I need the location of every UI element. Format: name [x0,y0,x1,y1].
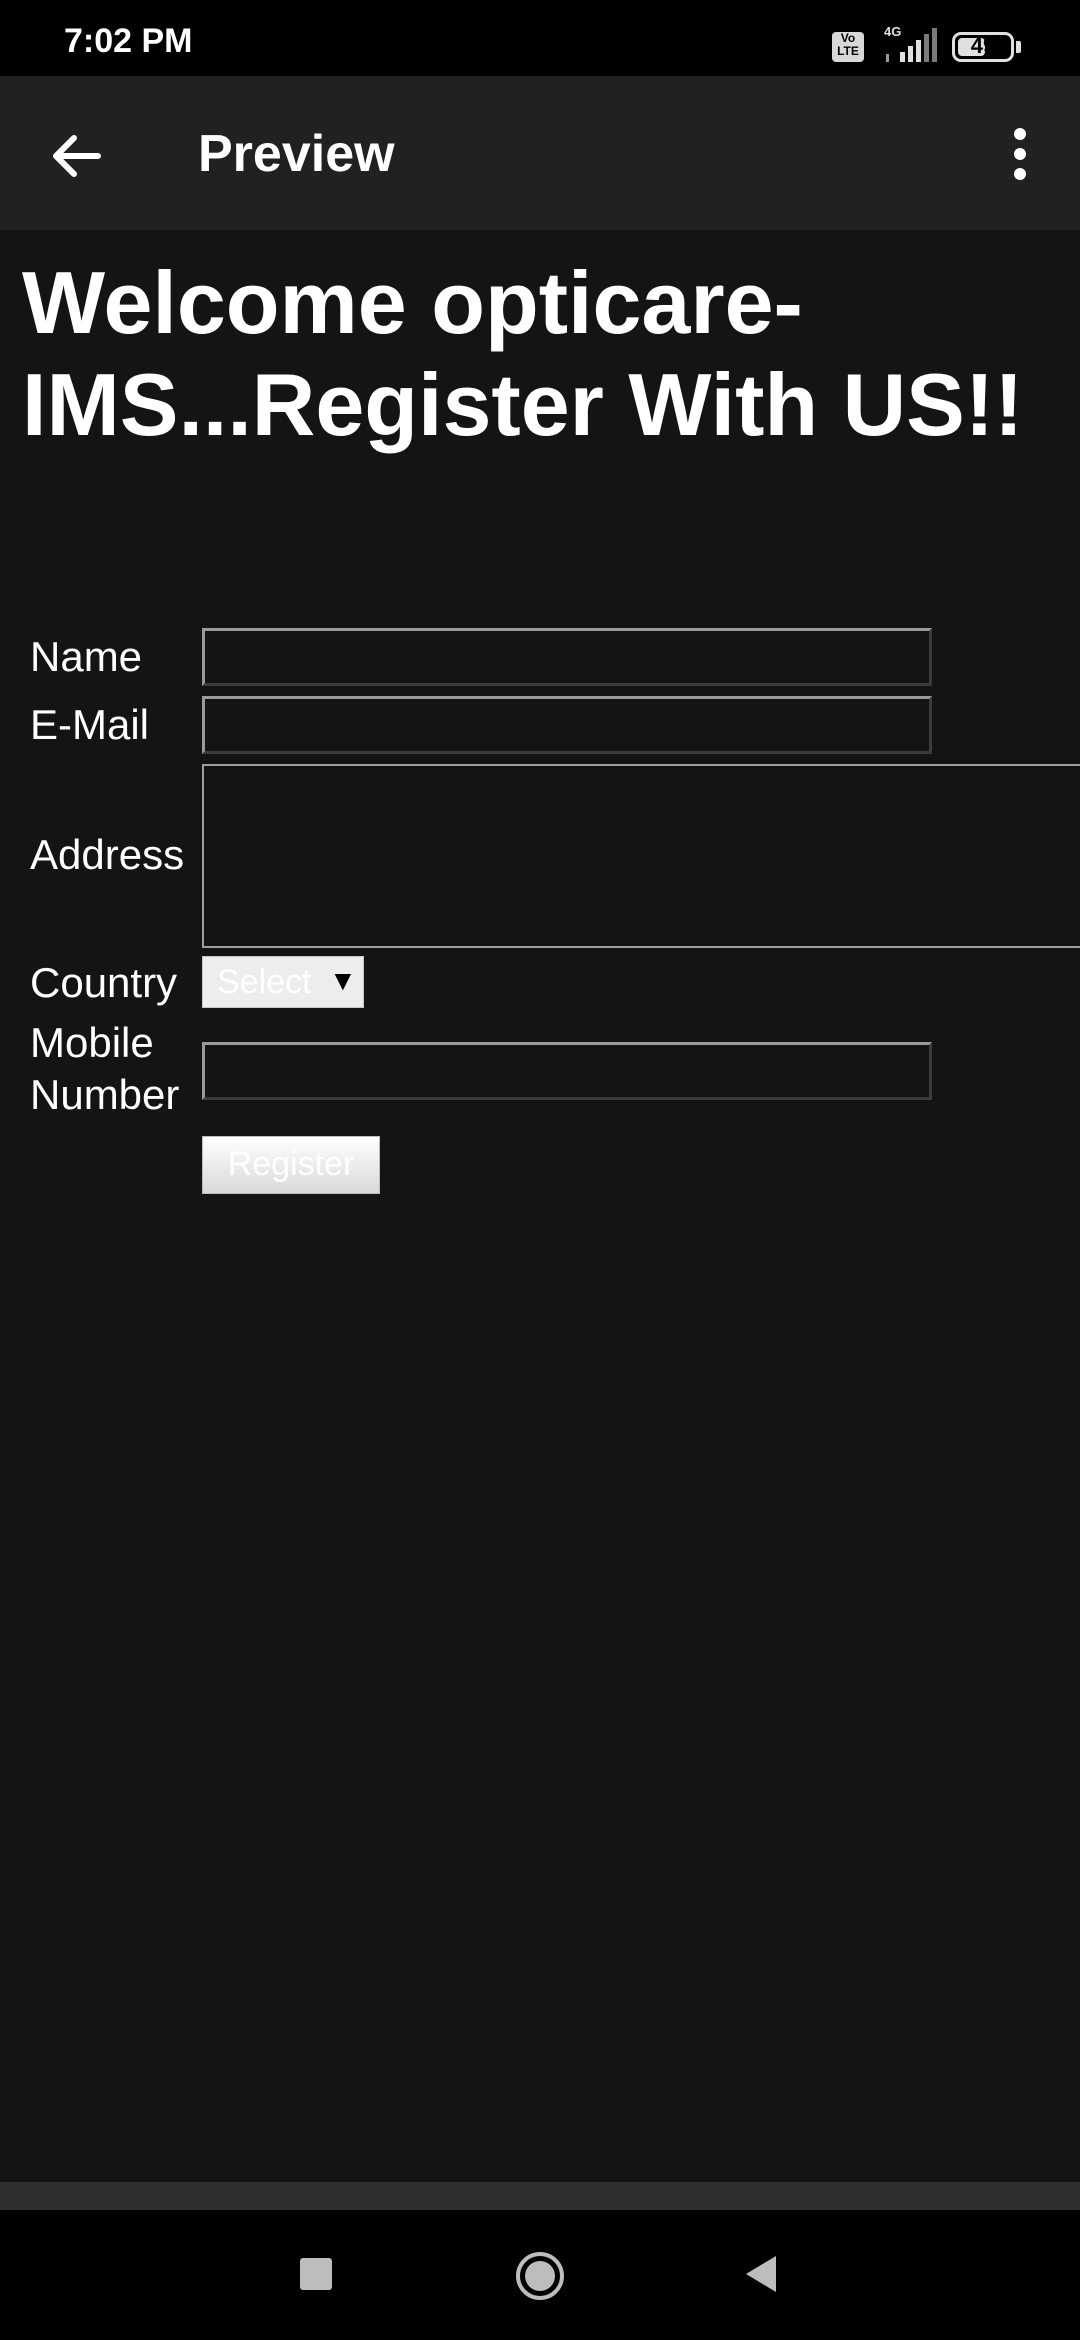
app-title: Preview [198,125,395,183]
recent-apps-icon[interactable] [300,2258,332,2290]
email-input[interactable] [202,696,932,754]
more-options-icon[interactable] [1000,124,1040,188]
country-label: Country [30,959,178,1006]
battery-level: 49 [970,33,996,58]
battery-icon: 49 [952,32,1014,62]
navigation-bar [0,2210,1080,2340]
home-icon[interactable] [514,2250,566,2302]
nav-back-icon[interactable] [742,2252,780,2296]
name-label: Name [30,633,143,680]
status-time: 7:02 PM [64,22,193,60]
register-button[interactable]: Register [202,1136,380,1194]
address-textarea[interactable] [202,764,1080,948]
page-heading: Welcome opticare-IMS...Register With US!… [22,253,1024,454]
mobile-label-line2: Number [30,1071,180,1118]
country-select-value: Select [217,963,312,1001]
battery-tip [1016,41,1021,53]
country-select[interactable]: Select ▼ [202,956,364,1008]
back-arrow-icon[interactable] [40,120,112,192]
register-button-label: Register [227,1145,355,1183]
name-input[interactable] [202,628,932,686]
mobile-label-line1: Mobile [30,1019,154,1066]
mobile-number-input[interactable] [202,1042,932,1100]
address-label: Address [30,831,185,878]
signal-icon: 4G [884,24,937,62]
dropdown-arrow-icon: ▼ [329,965,357,996]
bottom-divider [0,2182,1080,2210]
app-bar: Preview [0,76,1080,230]
email-label: E-Mail [30,701,150,748]
network-type-label: 4G [884,24,901,39]
status-bar: 7:02 PM Vo LTE 4G 49 [0,0,1080,76]
volte-icon: Vo LTE [832,32,864,62]
